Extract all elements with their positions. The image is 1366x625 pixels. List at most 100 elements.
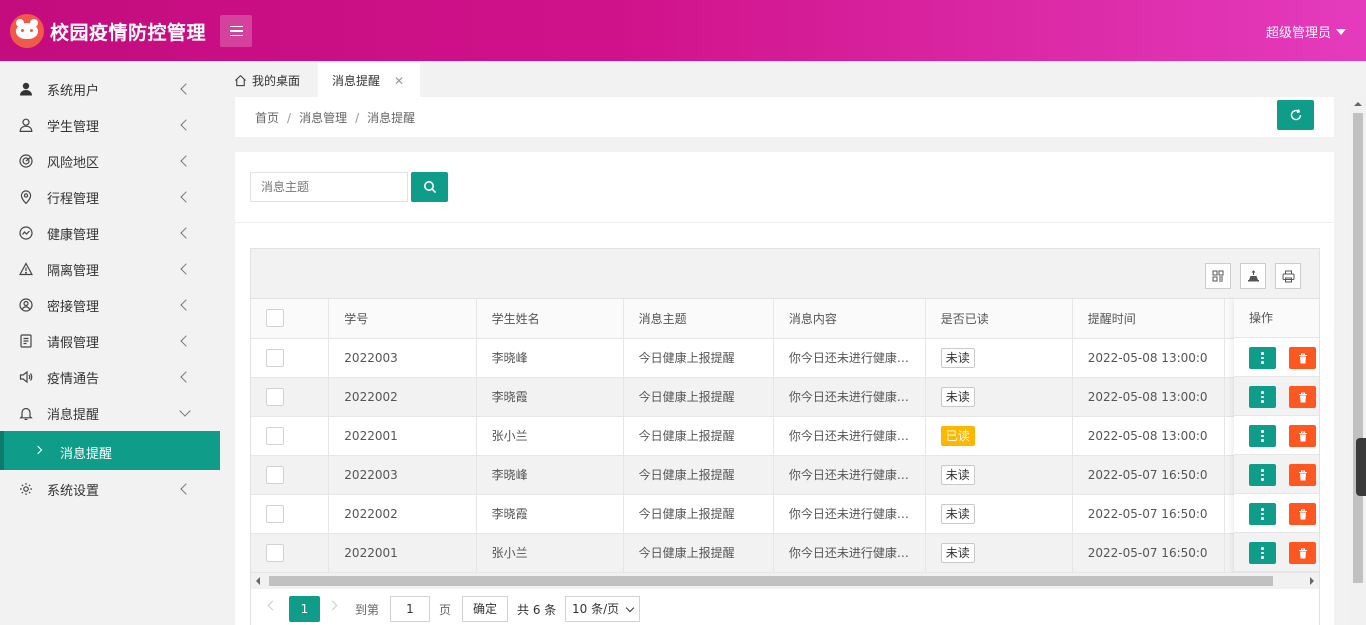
- goto-label: 到第: [355, 603, 380, 617]
- more-vertical-icon: [1261, 508, 1264, 520]
- chevron-left-icon: [180, 335, 192, 347]
- row-checkbox[interactable]: [266, 465, 284, 484]
- breadcrumb-message-mgmt[interactable]: 消息管理: [299, 111, 347, 125]
- row-checkbox[interactable]: [266, 504, 284, 523]
- more-vertical-icon: [1261, 391, 1264, 403]
- column-header[interactable]: 是否已读: [925, 299, 1073, 339]
- cell-student-name: 张小兰: [476, 416, 624, 456]
- print-button[interactable]: [1275, 263, 1301, 289]
- confirm-jump-button[interactable]: 确定: [462, 596, 508, 622]
- more-vertical-icon: [1261, 352, 1264, 364]
- cell-student-name: 李晓霞: [476, 494, 624, 534]
- more-vertical-icon: [1261, 430, 1264, 442]
- trash-icon: [1298, 469, 1307, 480]
- delete-button[interactable]: [1289, 503, 1316, 525]
- page-jump-input[interactable]: [390, 596, 430, 622]
- sidebar-item-leave[interactable]: 请假管理: [0, 323, 220, 359]
- scrollbar-thumb[interactable]: [1353, 113, 1363, 583]
- pagination: 1 到第 页 确定 共 6 条 10 条/页: [250, 589, 1320, 625]
- more-button[interactable]: [1249, 464, 1276, 486]
- chevron-left-icon: [180, 83, 192, 95]
- sidebar-item-trips[interactable]: 行程管理: [0, 179, 220, 215]
- user-menu[interactable]: 超级管理员: [1266, 22, 1347, 41]
- bell-icon: [18, 405, 34, 421]
- delete-button[interactable]: [1289, 386, 1316, 408]
- row-actions: [1234, 377, 1319, 416]
- sidebar: 系统用户 学生管理 风险地区 行程管理 健康管理 隔离管理 密接管理 请假管理 …: [0, 61, 220, 625]
- more-button[interactable]: [1249, 542, 1276, 564]
- table-horizontal-scrollbar[interactable]: [250, 573, 1320, 589]
- prev-page-icon[interactable]: [267, 600, 278, 611]
- row-checkbox[interactable]: [266, 387, 284, 406]
- sidebar-subitem-message-reminders[interactable]: 消息提醒: [0, 431, 220, 470]
- export-button[interactable]: [1240, 263, 1266, 289]
- sidebar-item-health[interactable]: 健康管理: [0, 215, 220, 251]
- cell-time: 2022-05-08 13:00:0: [1072, 338, 1225, 378]
- column-header[interactable]: 提醒时间: [1072, 299, 1225, 339]
- chevron-down-icon: [625, 603, 635, 613]
- cell-student-id: 2022002: [328, 494, 477, 534]
- status-badge: 未读: [940, 386, 975, 407]
- scroll-right-icon[interactable]: [1310, 577, 1314, 585]
- cell-content: 你今日还未进行健康…: [773, 377, 926, 417]
- total-count: 共 6 条: [517, 603, 557, 617]
- more-button[interactable]: [1249, 386, 1276, 408]
- row-actions: [1234, 338, 1319, 377]
- select-all-checkbox[interactable]: [266, 309, 284, 328]
- scroll-up-icon[interactable]: [1354, 102, 1362, 106]
- page-size-select[interactable]: 10 条/页: [565, 596, 640, 622]
- trash-icon: [1298, 508, 1307, 519]
- sidebar-item-notices[interactable]: 疫情通告: [0, 359, 220, 395]
- page-number-current[interactable]: 1: [289, 596, 320, 622]
- delete-button[interactable]: [1289, 347, 1316, 369]
- sidebar-item-students[interactable]: 学生管理: [0, 107, 220, 143]
- menu-toggle-button[interactable]: [220, 15, 252, 47]
- status-badge: 已读: [940, 425, 975, 446]
- status-badge: 未读: [940, 347, 975, 368]
- status-badge: 未读: [940, 542, 975, 563]
- sidebar-item-isolation[interactable]: 隔离管理: [0, 251, 220, 287]
- search-button[interactable]: [411, 172, 448, 202]
- gear-icon: [18, 481, 34, 497]
- tab-message-reminders[interactable]: 消息提醒 ✕: [318, 63, 420, 97]
- sidebar-item-close-contacts[interactable]: 密接管理: [0, 287, 220, 323]
- warning-icon: [18, 261, 34, 277]
- breadcrumb-home[interactable]: 首页: [255, 111, 279, 125]
- sidebar-item-settings[interactable]: 系统设置: [0, 471, 220, 507]
- delete-button[interactable]: [1289, 464, 1316, 486]
- scrollbar-thumb[interactable]: [269, 576, 1273, 586]
- refresh-button[interactable]: [1277, 100, 1314, 130]
- trash-icon: [1298, 430, 1307, 441]
- column-header[interactable]: 消息主题: [623, 299, 774, 339]
- delete-button[interactable]: [1289, 425, 1316, 447]
- more-button[interactable]: [1249, 503, 1276, 525]
- chevron-left-icon: [180, 227, 192, 239]
- tab-home[interactable]: 我的桌面: [234, 63, 300, 97]
- row-checkbox[interactable]: [266, 348, 284, 367]
- row-checkbox[interactable]: [266, 426, 284, 445]
- delete-button[interactable]: [1289, 542, 1316, 564]
- sidebar-item-risk-areas[interactable]: 风险地区: [0, 143, 220, 179]
- cell-student-name: 李晓霞: [476, 377, 624, 417]
- breadcrumb: 首页 / 消息管理 / 消息提醒: [255, 111, 416, 125]
- search-input[interactable]: [250, 172, 408, 202]
- cell-content: 你今日还未进行健康…: [773, 338, 926, 378]
- floating-side-widget[interactable]: [1356, 438, 1366, 496]
- more-button[interactable]: [1249, 347, 1276, 369]
- column-header[interactable]: 学生姓名: [476, 299, 624, 339]
- next-page-icon[interactable]: [327, 600, 338, 611]
- sidebar-item-system-users[interactable]: 系统用户: [0, 71, 220, 107]
- column-header[interactable]: 学号: [328, 299, 477, 339]
- sidebar-item-messages[interactable]: 消息提醒: [0, 395, 220, 431]
- export-icon: [1247, 270, 1259, 282]
- row-actions: [1234, 494, 1319, 533]
- column-header[interactable]: 消息内容: [773, 299, 926, 339]
- column-filter-button[interactable]: [1205, 263, 1231, 289]
- chevron-left-icon: [180, 371, 192, 383]
- page-vertical-scrollbar[interactable]: [1350, 97, 1366, 625]
- more-button[interactable]: [1249, 425, 1276, 447]
- row-checkbox[interactable]: [266, 543, 284, 562]
- scroll-left-icon[interactable]: [256, 577, 260, 585]
- close-icon[interactable]: ✕: [394, 74, 404, 88]
- tab-bar: 我的桌面 消息提醒 ✕: [220, 61, 1366, 97]
